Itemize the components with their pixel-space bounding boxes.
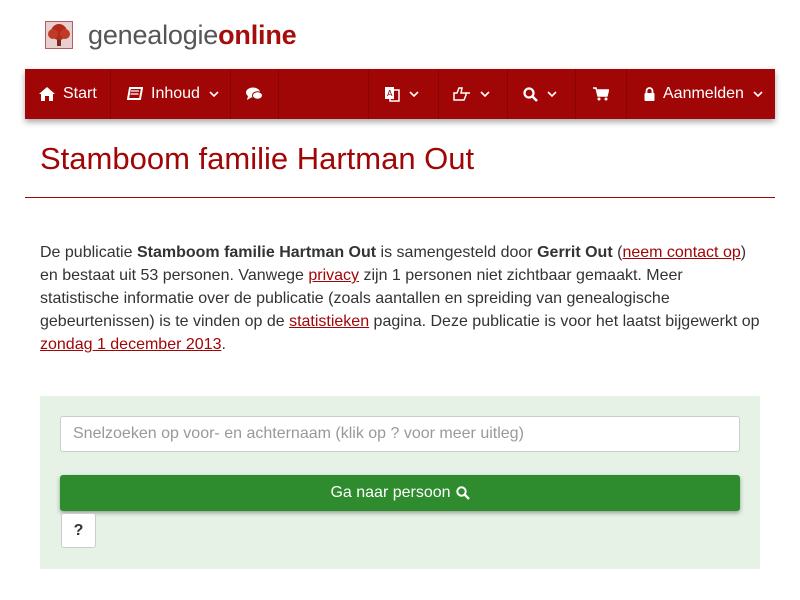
intro-text: is samengesteld door [376, 244, 538, 261]
go-to-person-label: Ga naar persoon [330, 484, 451, 501]
tree-icon [45, 21, 73, 49]
nav-inhoud-label: Inhoud [151, 85, 200, 102]
publication-name: Stamboom familie Hartman Out [136, 244, 377, 261]
page-title: Stamboom familie Hartman Out [40, 141, 475, 176]
comments-icon [246, 87, 263, 101]
nav-search[interactable] [508, 69, 576, 119]
publication-intro: De publicatie Stamboom familie Hartman O… [40, 241, 765, 356]
home-icon [39, 87, 55, 101]
quick-search-panel: Ga naar persoon ? [40, 396, 760, 569]
chevron-down-icon [753, 90, 763, 98]
author-name: Gerrit Out [537, 244, 613, 261]
intro-text: pagina. Deze publicatie is voor het laat… [369, 313, 760, 330]
help-button[interactable]: ? [61, 513, 96, 548]
cart-icon [593, 87, 609, 101]
go-to-person-button[interactable]: Ga naar persoon [60, 475, 740, 511]
chevron-down-icon [209, 90, 219, 98]
nav-cart[interactable] [576, 69, 627, 119]
chevron-down-icon [547, 90, 557, 98]
search-icon [455, 486, 470, 500]
language-icon: A [384, 86, 400, 102]
logo-text-genealogie: genealogie [88, 20, 219, 50]
site-logo[interactable]: genealogieonline [45, 19, 297, 51]
svg-text:A: A [387, 89, 393, 98]
nav-chat[interactable] [231, 69, 279, 119]
logo-text: genealogieonline [88, 19, 297, 51]
statistics-link[interactable]: statistieken [289, 313, 369, 330]
nav-inhoud[interactable]: Inhoud [111, 69, 231, 119]
title-divider [25, 197, 775, 198]
nav-language[interactable]: A [369, 69, 439, 119]
intro-text: . [221, 336, 226, 353]
nav-start-label: Start [63, 85, 97, 102]
main-navbar: Start Inhoud A Aanmelden [25, 69, 775, 119]
quick-search-input[interactable] [60, 416, 740, 452]
intro-text: De publicatie [40, 244, 137, 261]
chevron-down-icon [409, 90, 419, 98]
lock-icon [644, 87, 655, 101]
chevron-down-icon [480, 90, 490, 98]
intro-text: ( [612, 244, 623, 261]
search-icon [523, 86, 538, 102]
contact-link[interactable]: neem contact op [622, 244, 740, 261]
book-icon [127, 87, 143, 101]
nav-share[interactable] [439, 69, 508, 119]
nav-spacer [279, 69, 369, 119]
nav-start[interactable]: Start [25, 69, 111, 119]
privacy-link[interactable]: privacy [308, 267, 359, 284]
logo-text-online: online [218, 20, 297, 50]
share-icon [453, 87, 471, 101]
nav-login-label: Aanmelden [663, 85, 744, 102]
nav-login[interactable]: Aanmelden [627, 69, 775, 119]
last-updated-link[interactable]: zondag 1 december 2013 [40, 336, 221, 353]
